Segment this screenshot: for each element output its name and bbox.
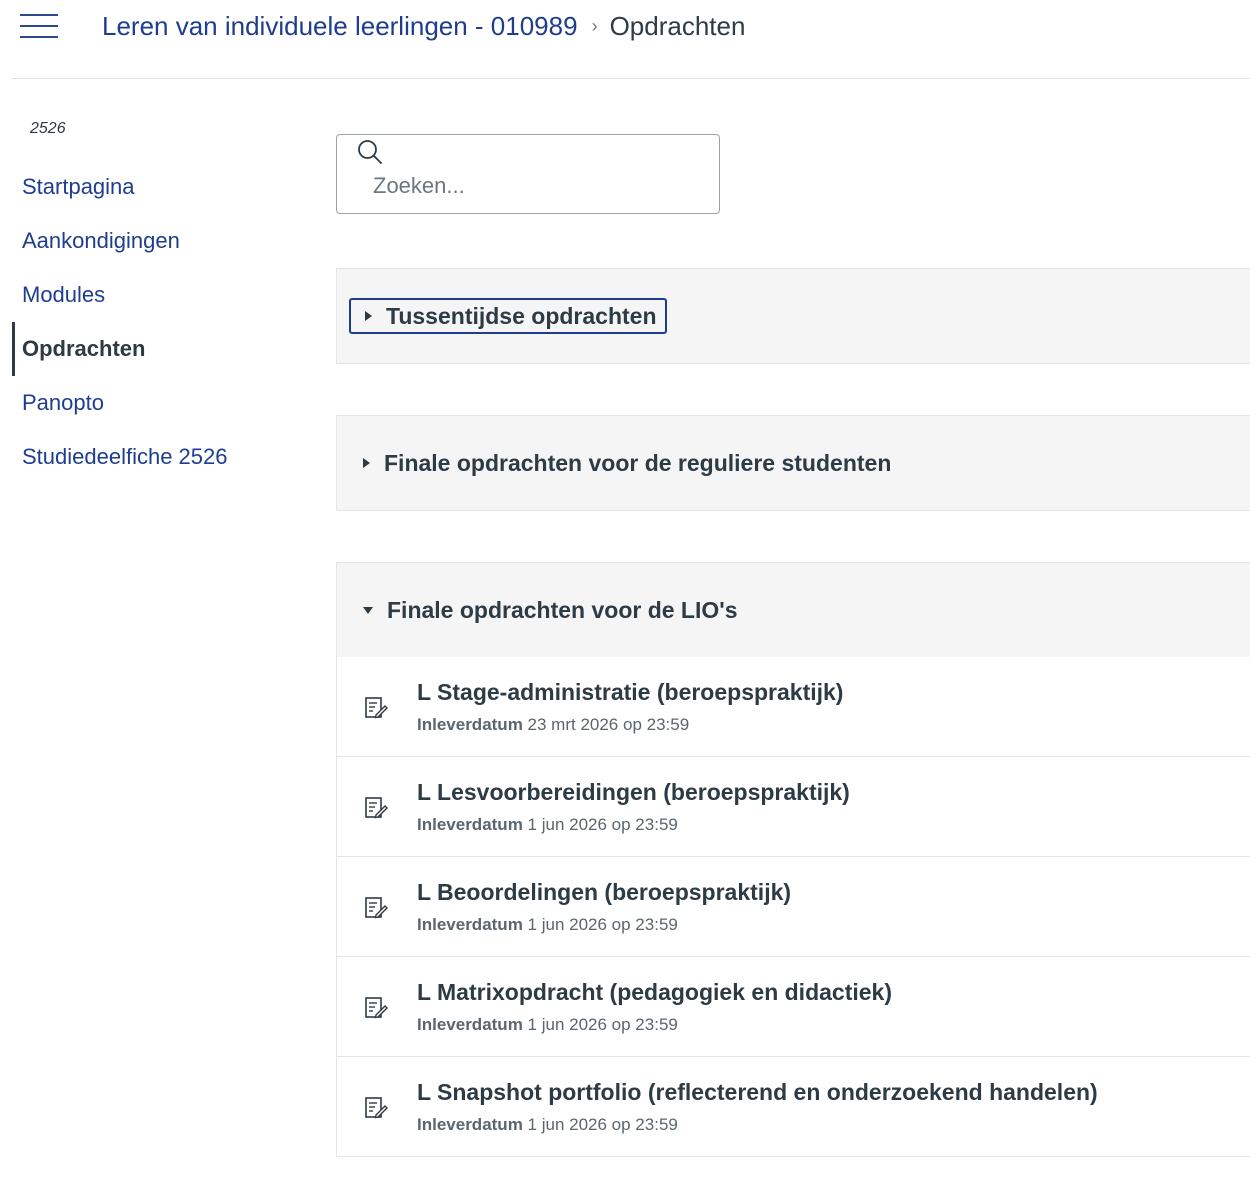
assignment-row[interactable]: L Stage-administratie (beroepspraktijk) … (336, 657, 1250, 757)
assignment-row[interactable]: L Matrixopdracht (pedagogiek en didactie… (336, 957, 1250, 1057)
search-input[interactable] (373, 171, 703, 201)
due-label: Inleverdatum (417, 815, 523, 834)
group-title: Finale opdrachten voor de LIO's (387, 596, 738, 623)
due-label: Inleverdatum (417, 1115, 523, 1134)
breadcrumb-course-link[interactable]: Leren van individuele leerlingen - 01098… (102, 11, 578, 42)
assignment-due: Inleverdatum 23 mrt 2026 op 23:59 (417, 715, 689, 735)
assignment-due: Inleverdatum 1 jun 2026 op 23:59 (417, 915, 678, 935)
due-date: 1 jun 2026 op 23:59 (527, 815, 678, 834)
hamburger-menu-icon[interactable] (20, 12, 58, 40)
assignment-due: Inleverdatum 1 jun 2026 op 23:59 (417, 1015, 678, 1035)
assignment-row[interactable]: L Snapshot portfolio (reflecterend en on… (336, 1057, 1250, 1157)
due-label: Inleverdatum (417, 1015, 523, 1034)
group-title: Tussentijdse opdrachten (386, 302, 657, 329)
search-icon (358, 140, 382, 164)
due-label: Inleverdatum (417, 715, 523, 734)
assignment-group-lio: Finale opdrachten voor de LIO's (336, 562, 1250, 658)
caret-down-icon (363, 606, 373, 614)
assignment-due: Inleverdatum 1 jun 2026 op 23:59 (417, 1115, 678, 1135)
assignment-group-reguliere: Finale opdrachten voor de reguliere stud… (336, 415, 1250, 511)
course-term-label: 2526 (30, 120, 66, 137)
due-date: 1 jun 2026 op 23:59 (527, 915, 678, 934)
due-label: Inleverdatum (417, 915, 523, 934)
search-box (336, 134, 720, 214)
sidebar-item-opdrachten[interactable]: Opdrachten (12, 322, 302, 376)
group-toggle-lio[interactable]: Finale opdrachten voor de LIO's (349, 592, 746, 628)
assignment-list: L Stage-administratie (beroepspraktijk) … (336, 657, 1250, 1157)
assignment-icon (365, 997, 388, 1019)
assignment-group-tussentijdse: Tussentijdse opdrachten (336, 268, 1250, 364)
assignment-row[interactable]: L Beoordelingen (beroepspraktijk) Inleve… (336, 857, 1250, 957)
breadcrumb: Leren van individuele leerlingen - 01098… (102, 10, 745, 42)
assignment-icon (365, 897, 388, 919)
assignment-title[interactable]: L Matrixopdracht (pedagogiek en didactie… (417, 979, 892, 1006)
breadcrumb-current-page: Opdrachten (609, 10, 746, 41)
global-header: Leren van individuele leerlingen - 01098… (12, 0, 1250, 79)
due-date: 1 jun 2026 op 23:59 (527, 1015, 678, 1034)
assignment-title[interactable]: L Lesvoorbereidingen (beroepspraktijk) (417, 779, 850, 806)
assignment-icon (365, 797, 388, 819)
assignment-icon (365, 697, 388, 719)
caret-right-icon (365, 311, 372, 321)
assignment-icon (365, 1097, 388, 1119)
due-date: 1 jun 2026 op 23:59 (527, 1115, 678, 1134)
group-toggle-reguliere[interactable]: Finale opdrachten voor de reguliere stud… (349, 445, 899, 481)
sidebar-item-modules[interactable]: Modules (12, 268, 302, 322)
group-title: Finale opdrachten voor de reguliere stud… (384, 449, 892, 476)
course-navigation: Startpagina Aankondigingen Modules Opdra… (12, 160, 302, 484)
sidebar-item-panopto[interactable]: Panopto (12, 376, 302, 430)
assignment-title[interactable]: L Beoordelingen (beroepspraktijk) (417, 879, 791, 906)
sidebar-item-aankondigingen[interactable]: Aankondigingen (12, 214, 302, 268)
group-toggle-tussentijdse[interactable]: Tussentijdse opdrachten (349, 298, 667, 334)
caret-right-icon (363, 458, 370, 468)
sidebar-item-studiedeelfiche[interactable]: Studiedeelfiche 2526 (12, 430, 302, 484)
breadcrumb-separator-icon: › (591, 15, 598, 36)
sidebar-item-startpagina[interactable]: Startpagina (12, 160, 302, 214)
due-date: 23 mrt 2026 op 23:59 (527, 715, 690, 734)
assignment-row[interactable]: L Lesvoorbereidingen (beroepspraktijk) I… (336, 757, 1250, 857)
assignment-due: Inleverdatum 1 jun 2026 op 23:59 (417, 815, 678, 835)
assignment-title[interactable]: L Stage-administratie (beroepspraktijk) (417, 679, 843, 706)
assignment-title[interactable]: L Snapshot portfolio (reflecterend en on… (417, 1079, 1098, 1106)
